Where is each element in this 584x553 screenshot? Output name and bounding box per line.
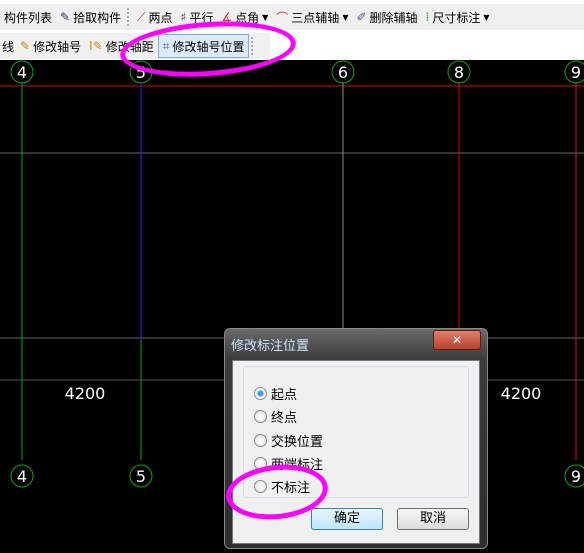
picker-icon: ✎ (60, 10, 71, 24)
two-point-button[interactable]: ⟋ 两点 (133, 6, 176, 28)
axis-label: 4 (17, 63, 27, 82)
dialog-title: 修改标注位置 (231, 339, 310, 354)
radio-icon[interactable] (254, 410, 267, 423)
label: 两点 (148, 10, 173, 25)
label: 终点 (271, 411, 298, 426)
dimension-button[interactable]: ⁞ 尺寸标注 ▼ (422, 6, 494, 28)
dimension-text: 4200 (501, 384, 542, 403)
option-start[interactable]: 起点 (254, 384, 297, 403)
dropdown-arrow-icon[interactable]: ▼ (262, 13, 268, 22)
three-point-axis-button[interactable]: ⌒ 三点辅轴 ▼ (272, 6, 352, 28)
radio-selected-icon[interactable] (254, 387, 267, 400)
option-end[interactable]: 终点 (254, 407, 297, 426)
cancel-button[interactable]: 取消 (397, 508, 469, 530)
dimension-text: 4200 (65, 384, 106, 403)
axis-label: 8 (454, 63, 464, 82)
axis-label: 4 (17, 467, 27, 486)
line-button[interactable]: 线 (0, 35, 16, 57)
label: 尺寸标注 (432, 10, 481, 25)
edit-axis-spacing-icon: I✎ (89, 39, 103, 53)
delete-axis-button[interactable]: ✐ 删除辅轴 (352, 6, 421, 28)
parallel-axis-icon: ♯ (180, 10, 187, 24)
axis-label: 5 (136, 467, 146, 486)
separator (127, 8, 131, 26)
axis-label: 6 (338, 63, 348, 82)
three-point-arc-icon: ⌒ (276, 10, 289, 25)
label: 修改轴号 (33, 39, 82, 54)
edit-axis-number-icon: ✎ (20, 39, 31, 53)
option-swap[interactable]: 交换位置 (254, 431, 323, 450)
label: 线 (2, 39, 15, 54)
toolbar-main: 构件列表 ✎ 拾取构件 ⟋ 两点 ♯ 平行 ∡ 点角 ▼ ⌒ 三点辅轴 ▼ ✐ 删除辅轴 ⁞ 尺寸… (0, 4, 584, 30)
dropdown-arrow-icon[interactable]: ▼ (483, 13, 489, 22)
radio-icon[interactable] (254, 434, 267, 447)
dimension-icon: ⁞ (425, 10, 430, 24)
pick-component-button[interactable]: ✎ 拾取构件 (56, 6, 125, 28)
label: 三点辅轴 (291, 10, 340, 25)
dropdown-arrow-icon[interactable]: ▼ (342, 13, 348, 22)
axis-label: 9 (571, 63, 581, 82)
label: 交换位置 (271, 435, 324, 450)
close-button[interactable]: ✕ (433, 330, 481, 350)
ok-button[interactable]: 确定 (311, 508, 383, 530)
label: 起点 (271, 388, 298, 403)
edit-axis-number-button[interactable]: ✎ 修改轴号 (16, 35, 85, 57)
axis-label: 9 (571, 467, 581, 486)
label: 删除辅轴 (369, 10, 418, 25)
two-point-axis-icon: ⟋ (137, 9, 146, 24)
eraser-icon: ✐ (356, 10, 367, 24)
component-list-button[interactable]: 构件列表 (0, 6, 56, 28)
label: 拾取构件 (73, 10, 122, 25)
label: 构件列表 (4, 10, 53, 25)
